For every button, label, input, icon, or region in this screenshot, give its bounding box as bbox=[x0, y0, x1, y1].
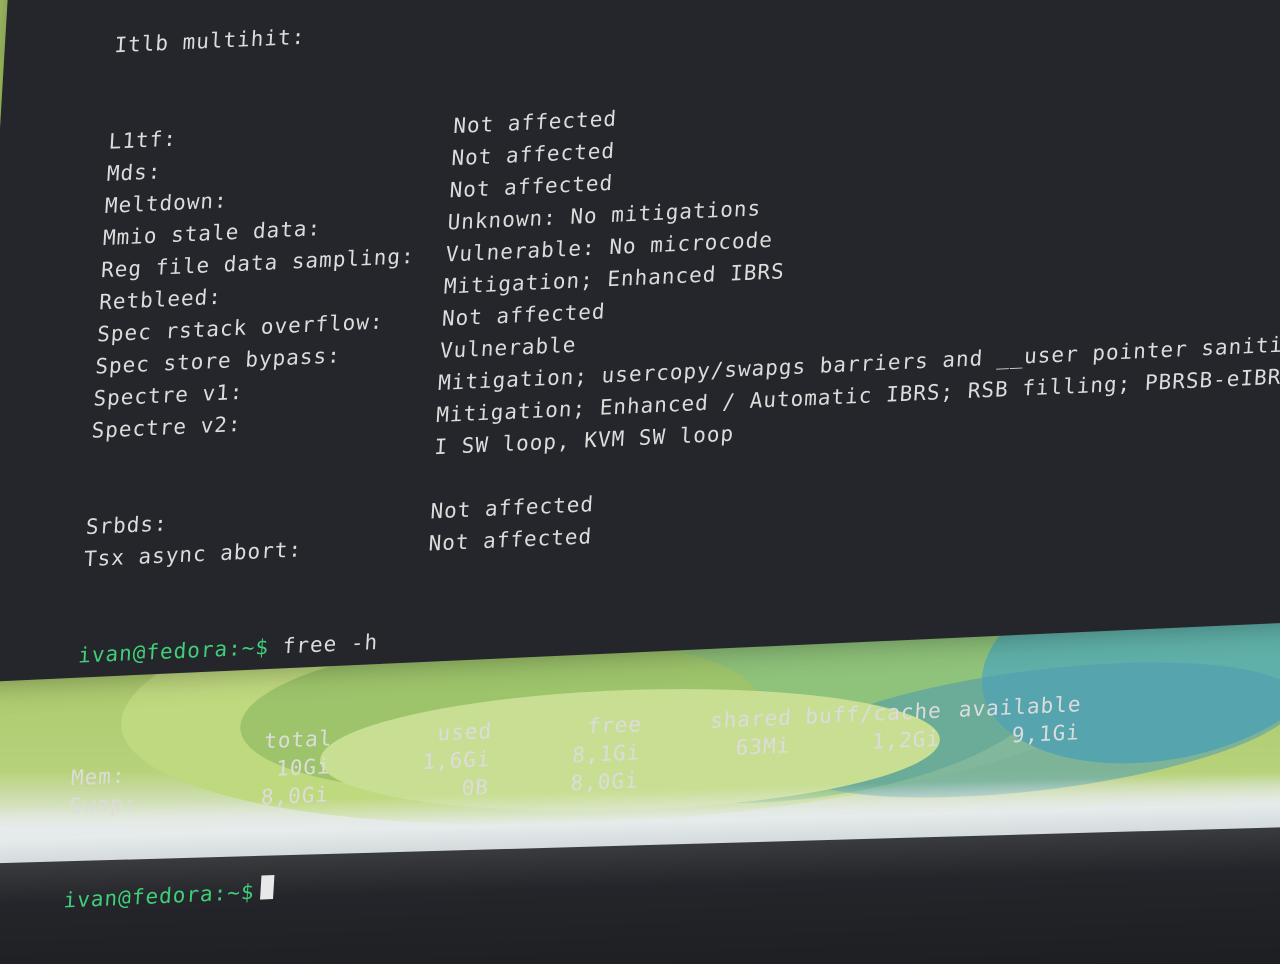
prompt: ivan@fedora:~$ bbox=[77, 634, 270, 668]
vulnerability-list: L1tf: Not affected Mds: Not affected Meltdow… bbox=[83, 69, 1280, 575]
terminal-output: Itlb multihit: L1tf: Not affected Mds: Not … bbox=[59, 0, 1280, 964]
table-cell bbox=[788, 753, 940, 788]
terminal-window[interactable]: Itlb multihit: L1tf: Not affected Mds: Not … bbox=[0, 0, 1280, 913]
table-cell: 0B bbox=[460, 775, 490, 801]
text-cursor bbox=[260, 874, 275, 900]
free-table: total used free shared buff/cache available Me… bbox=[68, 679, 1280, 820]
table-cell bbox=[938, 746, 1080, 780]
command: free -h bbox=[282, 629, 379, 659]
partial-line: Itlb multihit: bbox=[113, 24, 307, 58]
vulnerability-value: Not affected bbox=[427, 524, 593, 556]
photo-scene: Itlb multihit: L1tf: Not affected Mds: Not … bbox=[0, 0, 1280, 964]
table-cell bbox=[638, 759, 790, 794]
table-cell: Swap: bbox=[68, 791, 139, 819]
table-cell: 8,0Gi bbox=[260, 782, 330, 810]
command-line: ivan@fedora:~$ free -h bbox=[77, 583, 1280, 672]
prompt: ivan@fedora:~$ bbox=[62, 879, 256, 913]
table-cell: 8,0Gi bbox=[569, 768, 640, 796]
final-prompt-line[interactable]: ivan@fedora:~$ bbox=[63, 828, 1280, 917]
